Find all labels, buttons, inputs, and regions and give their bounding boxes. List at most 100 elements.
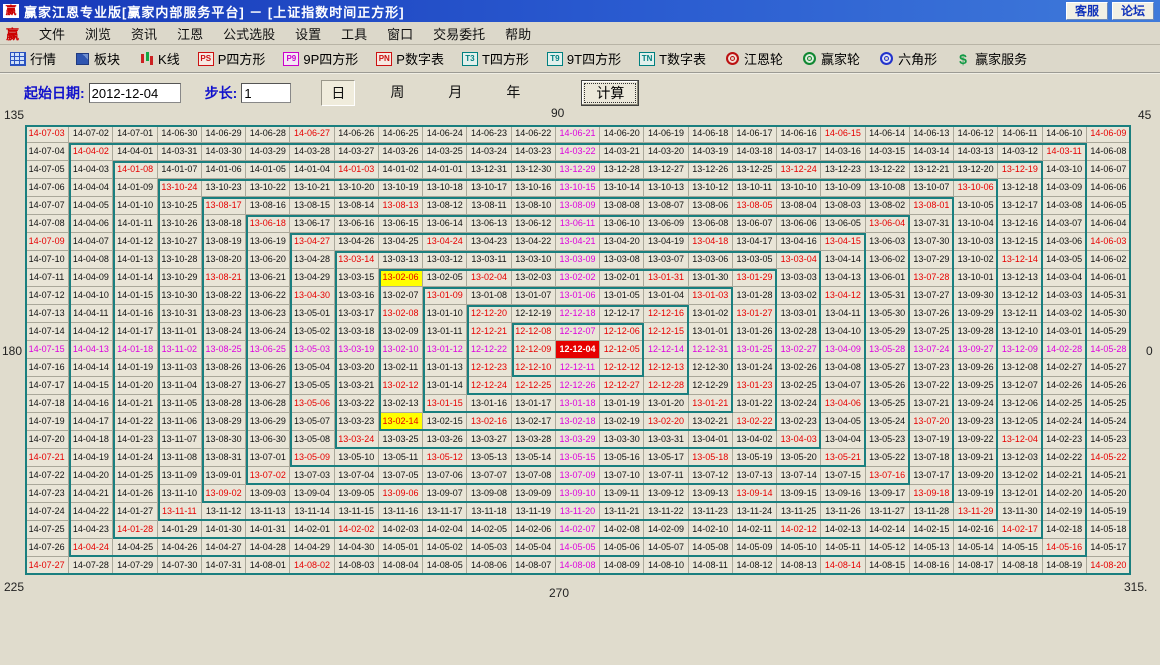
grid-cell[interactable]: 13-01-30 <box>689 269 733 287</box>
grid-cell[interactable]: 13-01-19 <box>600 395 644 413</box>
grid-cell[interactable]: 13-01-08 <box>467 287 511 305</box>
grid-cell[interactable]: 13-06-12 <box>512 215 556 233</box>
grid-cell[interactable]: 13-07-08 <box>512 467 556 485</box>
grid-cell[interactable]: 13-05-18 <box>689 449 733 467</box>
grid-cell[interactable]: 13-08-22 <box>202 287 246 305</box>
grid-cell[interactable]: 14-02-08 <box>600 521 644 539</box>
grid-cell[interactable]: 13-08-05 <box>733 197 777 215</box>
grid-cell[interactable]: 14-07-13 <box>25 305 69 323</box>
grid-cell[interactable]: 13-03-14 <box>335 251 379 269</box>
grid-cell[interactable]: 13-04-09 <box>821 341 865 359</box>
grid-cell[interactable]: 13-01-23 <box>733 377 777 395</box>
grid-cell[interactable]: 13-08-31 <box>202 449 246 467</box>
grid-cell[interactable]: 14-01-10 <box>113 197 157 215</box>
grid-cell[interactable]: 14-02-24 <box>1043 413 1087 431</box>
grid-cell[interactable]: 13-08-08 <box>600 197 644 215</box>
grid-cell[interactable]: 13-03-17 <box>335 305 379 323</box>
grid-cell[interactable]: 13-08-27 <box>202 377 246 395</box>
grid-cell[interactable]: 13-05-05 <box>290 377 334 395</box>
grid-cell[interactable]: 13-07-01 <box>246 449 290 467</box>
grid-cell[interactable]: 13-03-04 <box>777 251 821 269</box>
grid-cell[interactable]: 13-09-21 <box>954 449 998 467</box>
grid-cell[interactable]: 13-11-03 <box>158 359 202 377</box>
grid-cell[interactable]: 14-04-04 <box>69 179 113 197</box>
grid-cell[interactable]: 13-09-05 <box>335 485 379 503</box>
grid-cell[interactable]: 13-07-15 <box>821 467 865 485</box>
grid-cell[interactable]: 14-04-15 <box>69 377 113 395</box>
grid-cell[interactable]: 13-06-19 <box>246 233 290 251</box>
grid-cell[interactable]: 14-03-25 <box>423 143 467 161</box>
toolbar-button-9T四方形[interactable]: T99T四方形 <box>543 47 625 70</box>
grid-cell[interactable]: 14-01-04 <box>290 161 334 179</box>
grid-cell[interactable]: 13-10-28 <box>158 251 202 269</box>
grid-cell[interactable]: 13-08-04 <box>777 197 821 215</box>
grid-cell[interactable]: 12-12-25 <box>512 377 556 395</box>
grid-cell[interactable]: 13-07-29 <box>910 251 954 269</box>
grid-cell[interactable]: 13-12-06 <box>998 395 1042 413</box>
grid-cell[interactable]: 13-12-24 <box>777 161 821 179</box>
grid-cell[interactable]: 13-02-21 <box>689 413 733 431</box>
grid-cell[interactable]: 14-02-02 <box>335 521 379 539</box>
grid-cell[interactable]: 13-05-20 <box>777 449 821 467</box>
grid-cell[interactable]: 13-07-23 <box>910 359 954 377</box>
grid-cell[interactable]: 13-09-17 <box>866 485 910 503</box>
grid-cell[interactable]: 13-08-28 <box>202 395 246 413</box>
grid-cell[interactable]: 13-09-23 <box>954 413 998 431</box>
grid-cell[interactable]: 13-02-07 <box>379 287 423 305</box>
grid-cell[interactable]: 13-09-29 <box>954 305 998 323</box>
grid-cell[interactable]: 13-07-09 <box>556 467 600 485</box>
grid-cell[interactable]: 14-01-17 <box>113 323 157 341</box>
grid-cell[interactable]: 12-12-06 <box>600 323 644 341</box>
grid-cell[interactable]: 13-04-01 <box>689 431 733 449</box>
grid-cell[interactable]: 12-12-18 <box>556 305 600 323</box>
grid-cell[interactable]: 14-04-13 <box>69 341 113 359</box>
grid-cell[interactable]: 13-05-19 <box>733 449 777 467</box>
grid-cell[interactable]: 13-09-30 <box>954 287 998 305</box>
grid-cell[interactable]: 13-07-21 <box>910 395 954 413</box>
grid-cell[interactable]: 13-04-02 <box>733 431 777 449</box>
grid-cell[interactable]: 13-07-11 <box>644 467 688 485</box>
grid-cell[interactable]: 13-03-05 <box>733 251 777 269</box>
grid-cell[interactable]: 14-05-09 <box>733 539 777 557</box>
grid-cell[interactable]: 12-12-12 <box>600 359 644 377</box>
grid-cell[interactable]: 13-05-23 <box>866 431 910 449</box>
grid-cell[interactable]: 13-08-09 <box>556 197 600 215</box>
grid-cell[interactable]: 13-01-05 <box>600 287 644 305</box>
grid-cell[interactable]: 13-09-26 <box>954 359 998 377</box>
grid-cell[interactable]: 13-01-27 <box>733 305 777 323</box>
grid-cell[interactable]: 13-10-09 <box>821 179 865 197</box>
grid-cell[interactable]: 14-04-23 <box>69 521 113 539</box>
grid-cell[interactable]: 14-01-06 <box>202 161 246 179</box>
grid-cell[interactable]: 13-05-08 <box>290 431 334 449</box>
grid-cell[interactable]: 14-06-02 <box>1087 251 1131 269</box>
grid-cell[interactable]: 13-07-10 <box>600 467 644 485</box>
menu-item-1[interactable]: 浏览 <box>75 22 121 45</box>
grid-cell[interactable]: 13-03-01 <box>777 305 821 323</box>
grid-cell[interactable]: 12-12-24 <box>467 377 511 395</box>
grid-cell[interactable]: 13-12-19 <box>998 161 1042 179</box>
grid-cell[interactable]: 13-05-21 <box>821 449 865 467</box>
menu-item-4[interactable]: 公式选股 <box>213 22 285 45</box>
grid-cell[interactable]: 13-12-18 <box>998 179 1042 197</box>
grid-cell[interactable]: 13-02-18 <box>556 413 600 431</box>
grid-cell[interactable]: 13-03-26 <box>423 431 467 449</box>
grid-cell[interactable]: 14-05-29 <box>1087 323 1131 341</box>
grid-cell[interactable]: 14-08-08 <box>556 557 600 575</box>
grid-cell[interactable]: 13-09-10 <box>556 485 600 503</box>
grid-cell[interactable]: 12-12-22 <box>467 341 511 359</box>
grid-cell[interactable]: 14-03-07 <box>1043 215 1087 233</box>
grid-cell[interactable]: 14-02-18 <box>1043 521 1087 539</box>
grid-cell[interactable]: 13-08-01 <box>910 197 954 215</box>
toolbar-button-六角形[interactable]: 六角形 <box>874 47 941 70</box>
grid-cell[interactable]: 14-05-01 <box>379 539 423 557</box>
grid-cell[interactable]: 14-08-10 <box>644 557 688 575</box>
grid-cell[interactable]: 14-07-10 <box>25 251 69 269</box>
grid-cell[interactable]: 13-07-19 <box>910 431 954 449</box>
grid-cell[interactable]: 13-04-28 <box>290 251 334 269</box>
menu-item-5[interactable]: 设置 <box>285 22 331 45</box>
grid-cell[interactable]: 13-12-20 <box>954 161 998 179</box>
grid-cell[interactable]: 14-07-23 <box>25 485 69 503</box>
grid-cell[interactable]: 14-07-20 <box>25 431 69 449</box>
grid-cell[interactable]: 13-02-25 <box>777 377 821 395</box>
grid-cell[interactable]: 14-04-02 <box>69 143 113 161</box>
